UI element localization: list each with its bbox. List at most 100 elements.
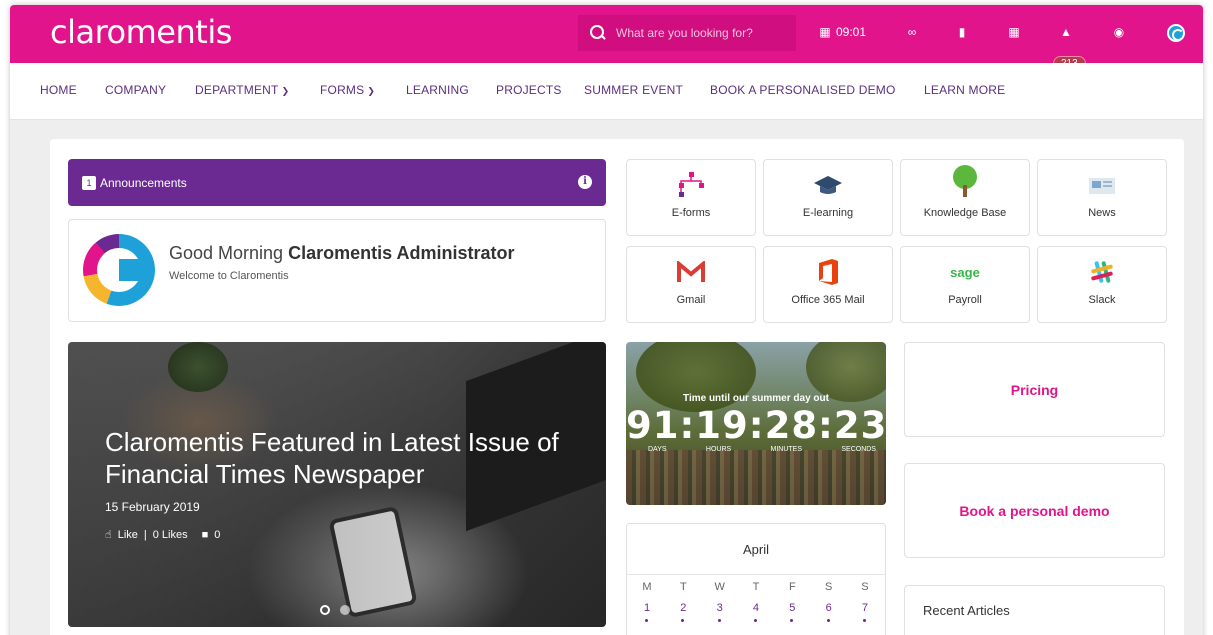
app-tile-knowledge-base[interactable]: Knowledge Base [900,159,1030,236]
search-input[interactable] [616,26,786,40]
calendar-day[interactable]: 7 [853,602,877,622]
calendar-day[interactable]: 4 [744,602,768,622]
apps-button[interactable]: ▦ [1007,25,1021,39]
comment-icon[interactable]: ■ [202,529,209,541]
calendar-day[interactable]: 6 [817,602,841,622]
people-button[interactable]: ◉ [1112,25,1126,39]
slide-dot-1[interactable] [320,605,330,615]
nav-item-summer-event[interactable]: SUMMER EVENT [584,83,683,97]
user-avatar[interactable] [1167,24,1185,42]
app-tile-payroll[interactable]: sage Payroll [900,246,1030,323]
clock-widget[interactable]: ▦ 09:01 [818,25,866,39]
featured-article-title[interactable]: Claromentis Featured in Latest Issue of … [105,426,585,490]
sage-icon: sage [901,259,1029,285]
link-button[interactable]: ∞ [905,25,919,39]
greeting-card: Good Morning Claromentis Administrator W… [68,219,606,322]
countdown-caption: Time until our summer day out [683,393,829,404]
app-label: Knowledge Base [923,207,1007,219]
app-label: Slack [1088,294,1116,306]
calendar-days: 1 2 3 4 5 6 7 [635,602,877,622]
calendar-day[interactable]: 2 [671,602,695,622]
graduation-cap-icon [764,172,892,198]
comments-count: 0 [214,528,221,541]
app-window: claromentis ▦ 09:01 ∞ ▮ ▦ ▲ ◉ 213 HOME C… [10,5,1203,635]
announcements-label: Announcements [100,176,187,190]
nav-item-company[interactable]: COMPANY [105,83,166,97]
eforms-icon [627,172,755,198]
app-label: News [1088,207,1116,219]
link-icon: ∞ [907,25,917,39]
search-box[interactable] [578,15,796,51]
book-demo-card[interactable]: Book a personal demo [904,463,1165,558]
search-icon [590,25,606,41]
bookmark-button[interactable]: ▮ [955,25,969,39]
weekday: F [788,581,796,593]
nav-item-projects[interactable]: PROJECTS [496,83,562,97]
weekday: T [752,581,760,593]
book-demo-link[interactable]: Book a personal demo [905,503,1164,519]
pricing-link[interactable]: Pricing [905,382,1164,398]
announcements-bar[interactable]: 1 Announcements i [68,159,606,206]
announcement-count: 1 [82,176,96,190]
nav-item-forms[interactable]: FORMS ❯ [320,83,375,97]
clock-time: 09:01 [836,25,867,39]
app-label: Payroll [948,294,982,306]
weekday: S [824,581,833,593]
app-tile-office365-mail[interactable]: Office 365 Mail [763,246,893,323]
claromentis-logo[interactable]: claromentis [50,13,232,51]
nav-label: LEARNING [406,83,469,97]
nav-item-learning[interactable]: LEARNING [406,83,469,97]
calendar-day[interactable]: 5 [780,602,804,622]
summer-day-countdown: Time until our summer day out 91:19:28:2… [626,342,886,505]
divider: | [143,528,147,541]
nav-item-department[interactable]: DEPARTMENT ❯ [195,83,289,97]
nav-item-home[interactable]: HOME [40,83,77,97]
unit-minutes: MINUTES [770,446,803,453]
greeting-subtitle: Welcome to Claromentis [169,270,289,282]
people-icon: ◉ [1113,25,1125,39]
likes-count: 0 Likes [152,528,188,541]
app-label: Office 365 Mail [791,294,865,306]
thumbs-up-icon[interactable]: ☝ [105,528,112,541]
nav-label: SUMMER EVENT [584,83,684,97]
pricing-card[interactable]: Pricing [904,342,1165,437]
unit-days: DAYS [648,446,667,453]
nav-label: FORMS [320,83,365,97]
notifications-button[interactable]: ▲ [1059,25,1073,39]
calendar-day[interactable]: 1 [635,602,659,622]
main-nav: HOME COMPANY DEPARTMENT ❯ FORMS ❯ LEARNING… [10,63,1203,120]
newspaper-icon [1038,172,1166,198]
nav-label: COMPANY [105,83,167,97]
weekday: S [861,581,869,593]
countdown-time: 91:19:28:23 [626,404,886,447]
app-tile-eforms[interactable]: E-forms [626,159,756,236]
calendar-widget: April M T W T F S S 1 2 3 4 5 6 7 [626,523,886,635]
slack-icon [1038,259,1166,285]
featured-news-slider[interactable]: Claromentis Featured in Latest Issue of … [68,342,606,627]
calendar-month: April [742,542,769,557]
featured-article-date: 15 February 2019 [105,500,200,514]
tree-icon [901,165,1029,198]
chevron-down-icon: ❯ [281,86,290,96]
info-icon[interactable]: i [578,175,592,189]
top-header: claromentis ▦ 09:01 ∞ ▮ ▦ ▲ ◉ [10,5,1203,63]
app-tile-elearning[interactable]: E-learning [763,159,893,236]
calendar-weekdays: M T W T F S S [635,581,877,593]
calendar-day[interactable]: 3 [708,602,732,622]
calendar-icon: ▦ [819,25,831,39]
app-tile-news[interactable]: News [1037,159,1167,236]
bell-icon: ▲ [1060,25,1072,39]
nav-item-book-demo[interactable]: BOOK A PERSONALISED DEMO [710,83,896,97]
weekday: M [642,581,652,593]
bookmark-icon: ▮ [958,25,966,39]
app-tile-slack[interactable]: Slack [1037,246,1167,323]
nav-label: HOME [40,83,77,97]
recent-articles-card: Recent Articles [904,585,1165,635]
apps-grid-icon: ▦ [1008,25,1020,39]
slide-dot-2[interactable] [340,605,350,615]
office365-icon [764,259,892,285]
nav-item-learn-more[interactable]: LEARN MORE [924,83,1005,97]
app-tile-gmail[interactable]: Gmail [626,246,756,323]
like-button[interactable]: Like [118,529,138,541]
countdown-background-crowd [626,450,886,505]
